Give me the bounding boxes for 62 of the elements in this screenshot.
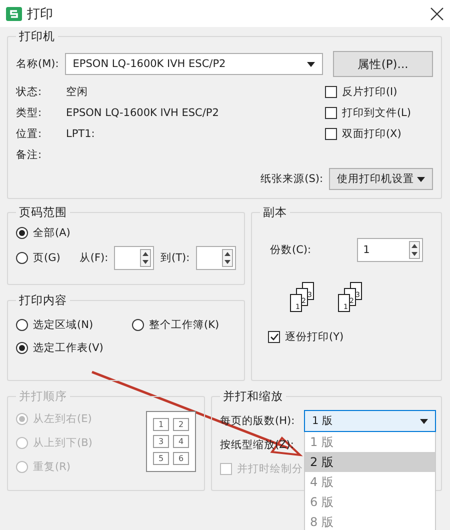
group-title: 打印机 xyxy=(18,29,56,44)
checkbox[interactable] xyxy=(268,331,280,343)
spinner-arrows-icon[interactable] xyxy=(222,249,233,267)
dropdown-option[interactable]: 4 版 xyxy=(305,472,435,492)
checkbox-label: 反片打印(I) xyxy=(342,85,398,99)
radio-label: 从上到下(B) xyxy=(33,436,92,450)
radio-label: 从左到右(E) xyxy=(33,412,92,426)
group-title: 并打顺序 xyxy=(18,389,68,404)
radio-label: 全部(A) xyxy=(33,226,70,240)
field-label: 名称(M): xyxy=(16,57,59,71)
field-label: 份数(C): xyxy=(270,243,312,257)
dropdown-option[interactable]: 8 版 xyxy=(305,512,435,530)
group-title: 副本 xyxy=(262,205,288,220)
radio-button[interactable] xyxy=(132,319,144,331)
radio-label: 选定工作表(V) xyxy=(33,341,104,355)
info-label: 状态: xyxy=(16,85,43,99)
field-label: 从(F): xyxy=(79,251,108,265)
info-value: 空闲 xyxy=(66,85,89,99)
radio-label: 页(G) xyxy=(33,251,60,265)
radio-button[interactable] xyxy=(16,227,28,239)
radio-label: 重复(R) xyxy=(33,460,70,474)
info-label: 备注: xyxy=(16,148,43,162)
to-page-field[interactable] xyxy=(196,246,236,270)
group-title: 并打和缩放 xyxy=(222,389,284,404)
radio-button[interactable] xyxy=(16,319,28,331)
info-label: 类型: xyxy=(16,106,43,120)
dropdown-arrow-icon xyxy=(420,418,428,424)
printer-dropdown[interactable]: EPSON LQ-1600K IVH ESC/P2 xyxy=(64,53,323,75)
checkbox-label: 并打时绘制分 xyxy=(237,462,303,476)
pages-per-sheet-dropdown[interactable]: 1 版 xyxy=(304,410,436,432)
checkbox[interactable] xyxy=(324,128,337,140)
spinner-arrows-icon[interactable] xyxy=(140,249,152,267)
field-label: 到(T): xyxy=(160,251,190,265)
spinner-arrows-icon[interactable] xyxy=(409,241,420,259)
info-value: LPT1: xyxy=(66,128,96,140)
properties-button[interactable]: 属性(P)... xyxy=(332,51,433,77)
dropdown-option[interactable]: 2 版 xyxy=(305,452,435,472)
paper-source-dropdown[interactable]: 使用打印机设置 xyxy=(329,168,433,190)
field-label: 纸张来源(S): xyxy=(260,172,323,186)
checkbox[interactable] xyxy=(324,86,337,98)
copies-field[interactable]: 1 xyxy=(357,238,424,262)
group-title: 打印内容 xyxy=(18,293,68,308)
radio-label: 整个工作簿(K) xyxy=(149,318,220,332)
radio-label: 选定区域(N) xyxy=(33,318,94,332)
window-title: 打印 xyxy=(27,6,54,22)
radio-button[interactable] xyxy=(16,342,28,354)
checkbox[interactable] xyxy=(324,107,337,119)
dropdown-arrow-icon xyxy=(306,62,315,66)
info-value: EPSON LQ-1600K IVH ESC/P2 xyxy=(66,107,219,119)
dropdown-option[interactable]: 6 版 xyxy=(305,492,435,512)
close-icon[interactable] xyxy=(430,6,444,20)
dropdown-arrow-icon xyxy=(417,176,425,182)
page-order-icon: 1 2 3 4 5 6 xyxy=(146,410,196,472)
checkbox-label: 双面打印(X) xyxy=(342,127,402,141)
app-logo-icon xyxy=(6,6,22,20)
from-page-field[interactable] xyxy=(114,246,154,270)
radio-button[interactable] xyxy=(16,252,28,264)
checkbox-label: 逐份打印(Y) xyxy=(285,330,344,344)
checkbox-label: 打印到文件(L) xyxy=(342,106,411,120)
dropdown-option[interactable]: 1 版 xyxy=(305,432,435,452)
group-title: 页码范围 xyxy=(18,205,68,220)
info-label: 位置: xyxy=(16,127,43,141)
